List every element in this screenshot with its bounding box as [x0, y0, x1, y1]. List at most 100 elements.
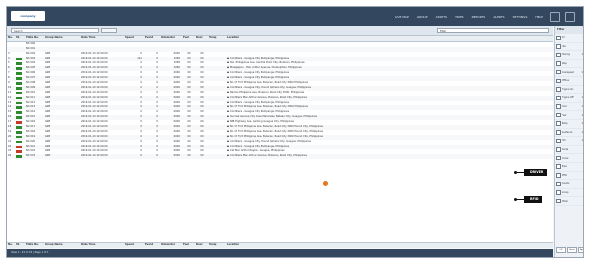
- column-header[interactable]: Temp: [208, 36, 226, 41]
- column-header[interactable]: Event: [144, 243, 160, 248]
- location-pin-icon: [227, 105, 229, 108]
- sidebar-filter-item[interactable]: Geofence 1: [555, 129, 583, 138]
- sidebar-filter-item[interactable]: Engine Off 1: [555, 94, 583, 103]
- sidebar-button[interactable]: Reset: [567, 247, 577, 253]
- column-header[interactable]: Location: [226, 36, 544, 41]
- checkbox-icon[interactable]: [556, 138, 561, 144]
- column-header[interactable]: Plate No.: [25, 243, 44, 248]
- checkbox-icon[interactable]: [556, 44, 561, 49]
- sidebar-filter-item[interactable]: Overspeed 1: [555, 68, 583, 77]
- column-header[interactable]: Event: [144, 36, 160, 41]
- sidebar-filter-item[interactable]: RFID: [555, 172, 583, 181]
- sidebar-filter-item[interactable]: Other: [555, 197, 583, 206]
- sidebar-filter-item[interactable]: Idle: [555, 43, 583, 52]
- sidebar-button[interactable]: Apply: [578, 247, 583, 253]
- checkbox-icon[interactable]: [556, 78, 561, 84]
- sidebar-filter-item[interactable]: POI 1: [555, 137, 583, 146]
- alert-badge-icon[interactable]: [323, 181, 328, 186]
- column-header[interactable]: Plate No.: [25, 36, 44, 41]
- sidebar-filter-item[interactable]: All: [555, 34, 583, 43]
- column-header[interactable]: Date Time: [80, 243, 124, 248]
- column-header[interactable]: Group Name: [44, 36, 80, 41]
- column-header[interactable]: Odometer: [160, 36, 182, 41]
- notifications-icon[interactable]: [550, 12, 560, 22]
- sidebar-item-count: 1: [581, 53, 583, 57]
- checkbox-icon[interactable]: [556, 130, 561, 135]
- nav-item[interactable]: ASSETS: [436, 15, 448, 19]
- column-header[interactable]: No.: [7, 36, 15, 41]
- table-row[interactable]: 24 NX 023 GRP 2019-01-10 12:00:00 0 0 0000 00 00…: [7, 154, 553, 160]
- checkbox-icon[interactable]: [556, 173, 561, 178]
- checkbox-icon[interactable]: [556, 164, 561, 169]
- checkbox-icon[interactable]: [556, 198, 561, 204]
- sidebar-item-label: Stop: [561, 62, 567, 66]
- sidebar-filter-item[interactable]: Events: [555, 180, 583, 189]
- column-header[interactable]: No.: [7, 243, 15, 248]
- location-pin-icon: [227, 90, 229, 93]
- checkbox-icon[interactable]: [556, 104, 561, 109]
- column-header[interactable]: Speed: [124, 243, 144, 248]
- checkbox-icon[interactable]: [556, 121, 561, 126]
- checkbox-icon[interactable]: [556, 69, 561, 75]
- checkbox-icon[interactable]: [556, 190, 561, 195]
- checkbox-icon[interactable]: [556, 181, 561, 187]
- column-header[interactable]: St.: [15, 243, 25, 248]
- search-button[interactable]: [101, 28, 117, 33]
- nav-item[interactable]: ALERTS: [493, 15, 504, 19]
- column-header[interactable]: Location: [226, 243, 544, 248]
- nav-item[interactable]: SETTINGS: [513, 15, 528, 19]
- column-header[interactable]: Speed: [124, 36, 144, 41]
- sidebar-item-count: 1: [581, 122, 583, 126]
- search-input[interactable]: Search: [11, 28, 99, 33]
- location-text: Cordillera - Guagua City Pampanga, Phili…: [230, 71, 290, 75]
- checkbox-icon[interactable]: [556, 52, 561, 58]
- sidebar-button[interactable]: OK: [556, 247, 566, 253]
- location-text: Cordillera Mac Arthur Avenue, Bulacan, R…: [230, 95, 307, 99]
- nav-item[interactable]: REPORTS: [472, 15, 486, 19]
- checkbox-icon[interactable]: [556, 87, 561, 92]
- column-header[interactable]: Odometer: [160, 243, 182, 248]
- location-pin-icon: [227, 61, 229, 64]
- sidebar-filter-item[interactable]: Moving 1: [555, 51, 583, 60]
- location-cell: Cordillera Mac Arthur Avenue, Bulacan, R…: [226, 154, 544, 159]
- nav-item[interactable]: GROUP: [417, 15, 428, 19]
- checkbox-icon[interactable]: [556, 35, 561, 41]
- filter-input[interactable]: Filter: [437, 28, 549, 33]
- sidebar-filter-item[interactable]: Door 1: [555, 103, 583, 112]
- sidebar-item-label: Group: [561, 190, 569, 194]
- checkbox-icon[interactable]: [556, 155, 561, 161]
- sidebar-filter-item[interactable]: Fuel 1: [555, 111, 583, 120]
- sidebar-filter-item[interactable]: Route: [555, 146, 583, 155]
- sidebar-filter-item[interactable]: Temp 1: [555, 120, 583, 129]
- company-logo[interactable]: company: [11, 11, 45, 21]
- checkbox-icon[interactable]: [556, 147, 561, 152]
- nav-item[interactable]: HELP: [535, 15, 543, 19]
- user-icon[interactable]: [565, 12, 575, 22]
- column-header[interactable]: Fuel: [182, 36, 195, 41]
- location-text: No 17 Fort Philippine Ave, Bulacan, Road…: [230, 129, 323, 133]
- sidebar-filter-item[interactable]: Driver: [555, 154, 583, 163]
- filter-sidebar: Filter All Idle Moving 1 Stop Overspeed 1 Offli…: [554, 26, 583, 257]
- nav-item[interactable]: LIVE MAP: [395, 15, 409, 19]
- column-header[interactable]: Date Time: [80, 36, 124, 41]
- column-header[interactable]: Group Name: [44, 243, 80, 248]
- sidebar-item-label: All: [561, 36, 565, 40]
- checkbox-icon[interactable]: [556, 112, 561, 118]
- sidebar-filter-item[interactable]: Group: [555, 189, 583, 198]
- column-header[interactable]: St.: [15, 36, 25, 41]
- column-header[interactable]: Fuel: [182, 243, 195, 248]
- column-header[interactable]: Temp: [208, 243, 226, 248]
- checkbox-icon[interactable]: [556, 61, 561, 66]
- sidebar-filter-item[interactable]: Offline: [555, 77, 583, 86]
- sidebar-filter-item[interactable]: Engine On: [555, 86, 583, 95]
- sidebar-filter-item[interactable]: Trips: [555, 163, 583, 172]
- sidebar-filter-item[interactable]: Stop: [555, 60, 583, 69]
- status-flag-icon: [16, 140, 22, 144]
- sidebar-item-label: Events: [561, 182, 570, 186]
- column-header[interactable]: Door: [195, 36, 208, 41]
- sidebar-item-count: 1: [581, 96, 583, 100]
- status-flag-icon: [16, 62, 22, 66]
- nav-item[interactable]: TRIPS: [455, 15, 464, 19]
- checkbox-icon[interactable]: [556, 95, 561, 101]
- column-header[interactable]: Door: [195, 243, 208, 248]
